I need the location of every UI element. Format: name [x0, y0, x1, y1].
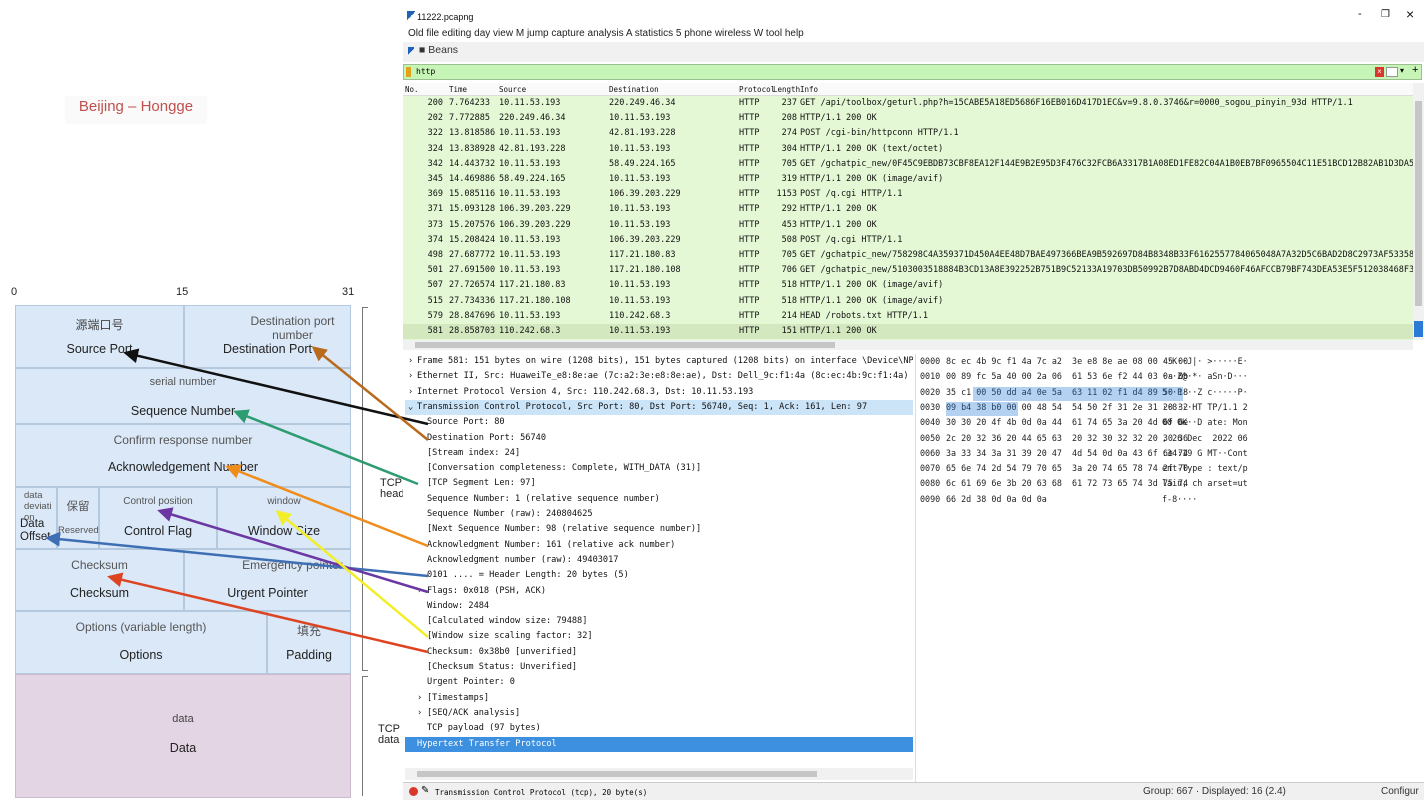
annotation-arrow: [233, 409, 419, 486]
annotation-arrow: [107, 572, 429, 654]
annotation-arrow: [45, 531, 429, 578]
annotation-arrow: [225, 464, 429, 548]
annotation-arrow: [123, 348, 429, 426]
annotation-arrow: [311, 346, 429, 441]
annotation-arrows: [45, 346, 429, 654]
annotation-arrow: [157, 507, 429, 594]
